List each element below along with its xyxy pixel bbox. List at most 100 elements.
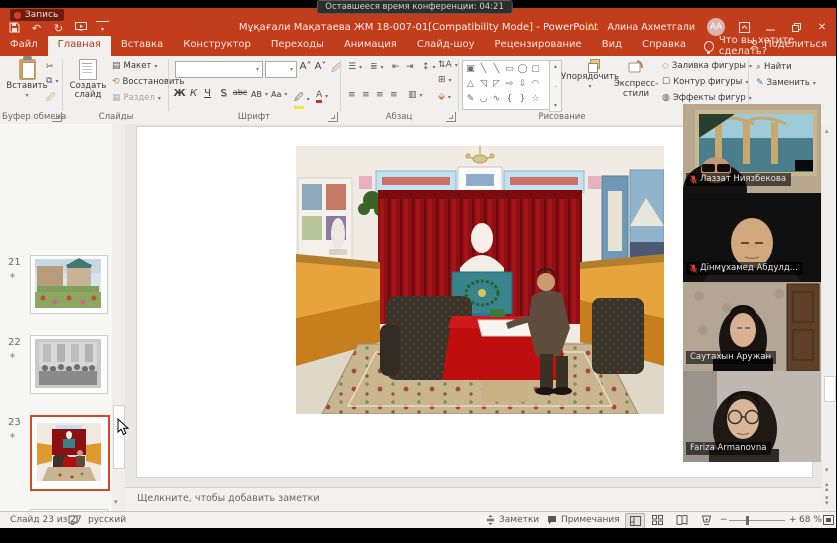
smartart-convert-button[interactable]: ⬙▾ (438, 92, 451, 102)
reading-view-button[interactable] (673, 513, 691, 527)
notes-placeholder[interactable]: Щелкните, чтобы добавить заметки (137, 493, 320, 504)
find-button[interactable]: ⌕Найти (756, 62, 792, 72)
new-slide-button[interactable]: Создать слайд (68, 59, 108, 101)
minimize-button[interactable] (763, 20, 777, 34)
fit-to-window-icon[interactable] (823, 515, 834, 528)
clear-format-icon[interactable]: 🖉 (330, 61, 343, 78)
comments-toggle-icon[interactable] (547, 515, 557, 528)
tab-design[interactable]: Конструктор (173, 36, 261, 56)
main-scrollbar[interactable]: ▴ ▾ ▴▴ ▾▾ (822, 124, 836, 511)
line-spacing-button[interactable]: ↕▾ (422, 62, 436, 72)
ribbon-display-options-icon[interactable] (737, 20, 751, 34)
increase-indent-icon[interactable]: ⇥ (406, 62, 414, 72)
format-painter-button[interactable]: 🖉 (46, 90, 56, 106)
close-button[interactable]: ✕ (815, 20, 829, 34)
change-case-button[interactable]: Аа▾ (271, 90, 287, 99)
zoom-in-button[interactable]: + (789, 515, 797, 525)
video-tile-participant-4-active[interactable]: Fariza Armanovna (683, 371, 821, 462)
shapes-gallery[interactable]: ▣╲╲▭◯▢ △◹◸⇨⇩◠ ✎◡∿{}☆ (462, 60, 552, 110)
notes-toggle-icon[interactable] (486, 515, 495, 528)
cut-button[interactable]: ✂ (46, 62, 54, 72)
decrease-indent-icon[interactable]: ⇤ (392, 62, 400, 72)
underline-button[interactable]: Ч (201, 88, 214, 99)
tab-view[interactable]: Вид (592, 36, 632, 56)
highlight-color-button[interactable]: 🖉▾ (294, 90, 310, 109)
comments-toggle[interactable]: Примечания (561, 515, 620, 525)
tab-animations[interactable]: Анимация (334, 36, 407, 56)
text-shadow-button[interactable]: S (217, 88, 230, 99)
tab-transitions[interactable]: Переходы (261, 36, 334, 56)
account-name[interactable]: Алина Ахметгали (607, 22, 695, 33)
zoom-level[interactable]: 68 % (799, 515, 822, 525)
slide-thumb-22[interactable]: 22 ∗ (0, 335, 112, 397)
align-right-icon[interactable]: ≡ (376, 90, 384, 100)
slide-thumb-image-building[interactable] (30, 255, 108, 314)
tab-help[interactable]: Справка (632, 36, 696, 56)
scroll-up-icon[interactable]: ▴ (825, 127, 829, 135)
justify-icon[interactable]: ≡ (390, 90, 398, 100)
font-name-combo[interactable]: ▾ (175, 61, 263, 78)
tab-review[interactable]: Рецензирование (485, 36, 592, 56)
avatar[interactable]: AA (707, 18, 725, 36)
scroll-down-icon[interactable]: ▾ (825, 466, 829, 474)
video-tile-participant-1[interactable]: Лаззат Ниязбекова (683, 104, 821, 193)
shapes-scroll[interactable]: ▴–▾ (549, 60, 562, 112)
font-size-combo[interactable]: ▾ (265, 61, 297, 78)
video-tile-participant-2[interactable]: Дінмұхамед Абдулд... (683, 193, 821, 282)
share-button[interactable]: Поделиться (750, 39, 827, 50)
shape-outline-button[interactable]: ☐Контур фигуры▾ (662, 77, 748, 87)
thumbnail-scrollbar[interactable]: ▾ (112, 124, 125, 511)
zoom-slider[interactable] (729, 520, 785, 521)
slide-thumb-21[interactable]: 21 ∗ (0, 255, 112, 317)
char-spacing-button[interactable]: АВ▾ (251, 90, 268, 99)
tab-file[interactable]: Файл (0, 36, 48, 56)
font-color-button[interactable]: А▾ (316, 90, 328, 103)
align-center-icon[interactable]: ≡ (362, 90, 370, 100)
notes-pane[interactable]: Щелкните, чтобы добавить заметки (125, 487, 837, 512)
paste-button[interactable]: Вставить▾ (8, 59, 46, 100)
language-indicator[interactable]: русский (88, 515, 126, 525)
tab-slideshow[interactable]: Слайд-шоу (407, 36, 485, 56)
main-scrollbar-thumb[interactable] (824, 376, 836, 402)
layout-button[interactable]: ▤Макет▾ (112, 61, 157, 71)
section-button[interactable]: ▦Раздел▾ (112, 93, 161, 103)
slide-thumb-image-museum[interactable] (30, 415, 110, 491)
bold-button[interactable]: Ж (173, 88, 186, 99)
arrange-button[interactable]: Упорядочить▾ (566, 59, 614, 91)
thumbnail-scroll-down-icon[interactable]: ▾ (114, 498, 118, 506)
zoom-slider-thumb[interactable] (746, 516, 749, 525)
increase-font-icon[interactable]: A˄ (299, 61, 312, 72)
shape-fill-button[interactable]: ◇Заливка фигуры▾ (662, 61, 752, 71)
numbering-button[interactable]: ≣▾ (370, 62, 384, 72)
tab-insert[interactable]: Вставка (111, 36, 173, 56)
strikethrough-button[interactable]: abc (231, 88, 249, 97)
align-text-button[interactable]: ⊞▾ (438, 75, 452, 85)
video-tile-participant-3[interactable]: Саутахын Аружан (683, 282, 821, 371)
align-left-icon[interactable]: ≡ (348, 90, 356, 100)
bullets-button[interactable]: ☰▾ (348, 62, 362, 72)
slide-thumb-image-group-photo[interactable] (30, 335, 108, 394)
paragraph-dialog-launcher[interactable] (446, 112, 456, 122)
decrease-font-icon[interactable]: A˅ (314, 61, 327, 72)
restore-button[interactable] (789, 20, 803, 34)
slide-sorter-view-button[interactable] (648, 513, 666, 527)
font-dialog-launcher[interactable] (328, 112, 338, 122)
normal-view-button[interactable] (625, 513, 645, 529)
reset-button[interactable]: ⟲Восстановить (112, 77, 184, 87)
next-slide-icon[interactable]: ▾▾ (825, 496, 829, 506)
columns-button[interactable]: ▥▾ (408, 90, 423, 100)
tab-home[interactable]: Главная (48, 36, 111, 56)
replace-button[interactable]: ✎Заменить▾ (756, 78, 816, 88)
quick-styles-button[interactable]: Экспресс-стили (614, 59, 658, 99)
slideshow-view-button[interactable] (697, 513, 715, 527)
shape-effects-button[interactable]: ◍Эффекты фигур▾ (662, 93, 752, 103)
notes-toggle[interactable]: Заметки (499, 515, 539, 525)
zoom-out-button[interactable]: − (720, 515, 728, 525)
italic-button[interactable]: К (187, 88, 200, 99)
spellcheck-icon[interactable] (68, 515, 78, 528)
slide-thumb-23-selected[interactable]: 23 ∗ (0, 415, 112, 495)
previous-slide-icon[interactable]: ▴▴ (825, 482, 829, 492)
clipboard-dialog-launcher[interactable] (52, 112, 62, 122)
copy-button[interactable]: ⧉▾ (46, 76, 58, 86)
text-direction-button[interactable]: ⇅A▾ (438, 60, 458, 70)
